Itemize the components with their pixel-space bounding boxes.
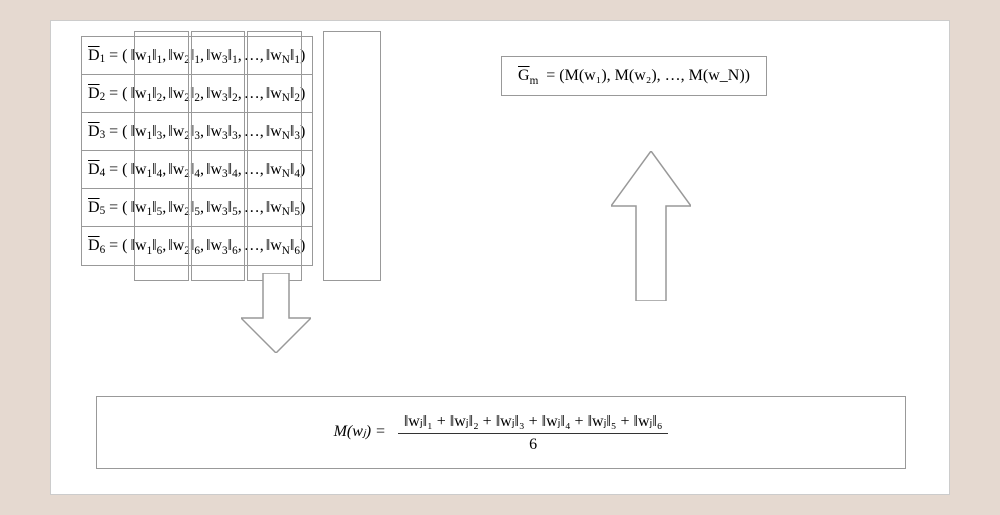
d-row-3: D3 = ( ‖w1‖3, ‖w2‖3, ‖w3‖3, …, ‖wN‖3) bbox=[82, 113, 312, 151]
gm-sub: m bbox=[530, 75, 539, 87]
d-row-4: D4 = ( ‖w1‖4, ‖w2‖4, ‖w3‖4, …, ‖wN‖4) bbox=[82, 151, 312, 189]
column-overlay-wN bbox=[323, 31, 381, 281]
m-formula-box: M(wⱼ) = ‖wⱼ‖₁ + ‖wⱼ‖₂ + ‖wⱼ‖₃ + ‖wⱼ‖₄ + … bbox=[96, 396, 906, 469]
arrow-up-icon bbox=[611, 151, 691, 301]
gm-rhs: (M(w₁), M(w₂), …, M(w_N)) bbox=[559, 67, 750, 84]
d-vector-table: D1 = ( ‖w1‖1, ‖w2‖1, ‖w3‖1, …, ‖wN‖1) D2… bbox=[81, 36, 313, 266]
gm-vector-box: Gm = (M(w₁), M(w₂), …, M(w_N)) bbox=[501, 56, 767, 96]
d-row-5: D5 = ( ‖w1‖5, ‖w2‖5, ‖w3‖5, …, ‖wN‖5) bbox=[82, 189, 312, 227]
arrow-down-icon bbox=[241, 273, 311, 353]
m-lhs: M(wⱼ) = bbox=[334, 423, 386, 440]
d-row-6: D6 = ( ‖w1‖6, ‖w2‖6, ‖w3‖6, …, ‖wN‖6) bbox=[82, 227, 312, 265]
m-numerator: ‖wⱼ‖₁ + ‖wⱼ‖₂ + ‖wⱼ‖₃ + ‖wⱼ‖₄ + ‖wⱼ‖₅ + … bbox=[398, 411, 669, 434]
m-denominator: 6 bbox=[398, 434, 669, 454]
d-row-2: D2 = ( ‖w1‖2, ‖w2‖2, ‖w3‖2, …, ‖wN‖2) bbox=[82, 75, 312, 113]
diagram-canvas: D1 = ( ‖w1‖1, ‖w2‖1, ‖w3‖1, …, ‖wN‖1) D2… bbox=[50, 20, 950, 495]
d-row-1: D1 = ( ‖w1‖1, ‖w2‖1, ‖w3‖1, …, ‖wN‖1) bbox=[82, 37, 312, 75]
